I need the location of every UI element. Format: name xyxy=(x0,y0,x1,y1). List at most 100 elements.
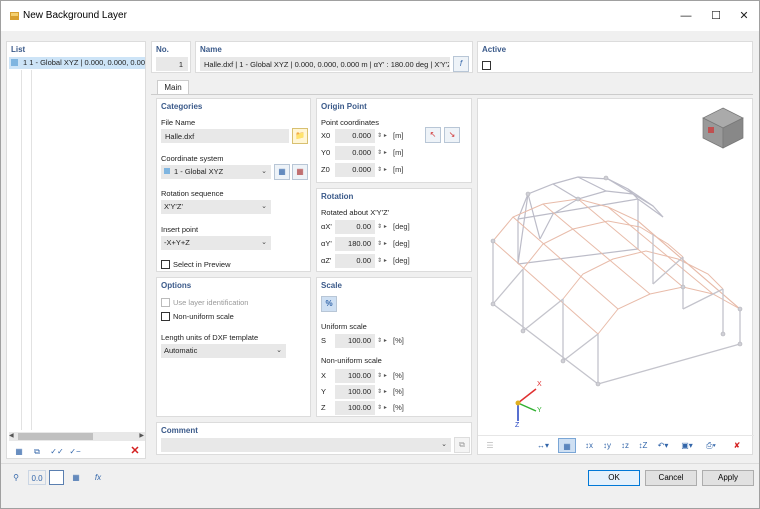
use-layer-identification-checkbox[interactable] xyxy=(161,298,170,307)
new-coord-system-icon[interactable]: ▦ xyxy=(274,164,290,180)
scroll-right-icon[interactable]: ▶ xyxy=(139,432,144,439)
folder-icon[interactable]: 📁 xyxy=(292,128,308,144)
chevron-down-icon: ⌄ xyxy=(261,239,267,246)
alpha-z-unit: [deg] xyxy=(393,256,410,265)
scale-header: Scale xyxy=(321,281,342,290)
horizontal-scrollbar[interactable]: ◀ ▶ xyxy=(9,432,145,441)
scale-z-field[interactable]: 100.00 xyxy=(335,401,375,415)
cancel-button[interactable]: Cancel xyxy=(645,470,697,486)
view-iso-icon[interactable]: ↕Z xyxy=(634,438,652,453)
pick-point-icon[interactable]: ↖ xyxy=(425,127,441,143)
close-window-button[interactable]: ✕ xyxy=(729,6,759,26)
x0-unit: [m] xyxy=(393,131,404,140)
scale-y-field[interactable]: 100.00 xyxy=(335,385,375,399)
rotation-sequence-value: X'Y'Z' xyxy=(164,202,183,211)
name-panel: Name Halle.dxf | 1 - Global XYZ | 0.000,… xyxy=(195,41,473,73)
number-field[interactable]: 1 xyxy=(156,57,188,71)
alpha-x-stepper[interactable]: ⇕ ▸ xyxy=(375,220,389,234)
maximize-button[interactable]: ☐ xyxy=(701,6,731,26)
scrollbar-thumb[interactable] xyxy=(18,433,93,440)
scroll-left-icon[interactable]: ◀ xyxy=(9,432,14,439)
alpha-y-field[interactable]: 180.00 xyxy=(335,237,375,251)
preview-toolbar: ☰ ↔▾ ▦ ↕x ↕y ↕z ↕Z ↶▾ ▣▾ ⎙▾ ✘ xyxy=(478,435,754,455)
scale-x-stepper[interactable]: ⇕ ▸ xyxy=(375,369,389,383)
length-units-select[interactable]: Automatic ⌄ xyxy=(161,344,286,358)
reset-view-icon[interactable]: ☰ xyxy=(481,438,499,453)
file-name-field[interactable]: Halle.dxf xyxy=(161,129,289,143)
active-header: Active xyxy=(482,45,507,54)
hide-preview-icon[interactable]: ✘ xyxy=(728,438,746,453)
view-y-icon[interactable]: ↕y xyxy=(598,438,616,453)
list-item[interactable]: 1 1 - Global XYZ | 0.000, 0.000, 0.000 m xyxy=(9,57,145,69)
color-icon[interactable] xyxy=(49,470,64,485)
separator xyxy=(1,463,759,464)
list-header: List xyxy=(11,45,26,54)
rotate-view-icon[interactable]: ↶▾ xyxy=(652,438,674,453)
scale-panel: Scale % Uniform scale S 100.00 ⇕ ▸ [%] N… xyxy=(316,277,472,417)
uncheck-all-icon[interactable]: ✓− xyxy=(66,444,84,459)
table-icon[interactable]: ▦ xyxy=(67,470,85,485)
view-x-icon[interactable]: ↕x xyxy=(580,438,598,453)
name-field[interactable]: Halle.dxf | 1 - Global XYZ | 0.000, 0.00… xyxy=(200,57,450,71)
alpha-z-stepper[interactable]: ⇕ ▸ xyxy=(375,254,389,268)
copy-layer-icon[interactable]: ⧉ xyxy=(28,444,46,459)
display-options-icon[interactable]: ▣▾ xyxy=(676,438,698,453)
apply-button[interactable]: Apply xyxy=(702,470,754,486)
print-icon[interactable]: ⎙▾ xyxy=(700,438,722,453)
minimize-button[interactable]: — xyxy=(671,6,701,26)
render-mode-icon[interactable]: ▦ xyxy=(558,438,576,453)
rotation-sequence-select[interactable]: X'Y'Z' ⌄ xyxy=(161,200,271,214)
comment-input[interactable]: ⌄ xyxy=(161,438,451,452)
x0-field[interactable]: 0.000 xyxy=(335,129,375,143)
alpha-z-field[interactable]: 0.00 xyxy=(335,254,375,268)
navigation-cube-icon[interactable] xyxy=(700,105,746,151)
z0-label: Z0 xyxy=(321,165,330,174)
alpha-x-unit: [deg] xyxy=(393,222,410,231)
edit-coord-system-icon[interactable]: ▦ xyxy=(292,164,308,180)
select-in-preview-checkbox[interactable] xyxy=(161,260,170,269)
dialog-window: New Background Layer — ☐ ✕ List 1 1 - Gl… xyxy=(0,0,760,509)
alpha-x-field[interactable]: 0.00 xyxy=(335,220,375,234)
coordinate-system-value: 1 - Global XYZ xyxy=(174,167,224,176)
z0-field[interactable]: 0.000 xyxy=(335,163,375,177)
s-field[interactable]: 100.00 xyxy=(335,334,375,348)
frame-columns xyxy=(492,234,741,385)
scale-x-label: X xyxy=(321,371,327,380)
y0-unit: [m] xyxy=(393,148,404,157)
scale-x-field[interactable]: 100.00 xyxy=(335,369,375,383)
options-header: Options xyxy=(161,281,192,290)
x0-stepper[interactable]: ⇕ ▸ xyxy=(375,129,389,143)
pick-node-icon[interactable]: ↘ xyxy=(444,127,460,143)
non-uniform-scale-label: Non-uniform scale xyxy=(173,312,234,321)
s-stepper[interactable]: ⇕ ▸ xyxy=(375,334,389,348)
scale-z-unit: [%] xyxy=(393,403,404,412)
axis-y-label: Y xyxy=(537,407,542,414)
non-uniform-scale-checkbox[interactable] xyxy=(161,312,170,321)
z0-stepper[interactable]: ⇕ ▸ xyxy=(375,163,389,177)
percent-icon[interactable]: % xyxy=(321,296,337,312)
y0-stepper[interactable]: ⇕ ▸ xyxy=(375,146,389,160)
search-icon[interactable]: ⚲ xyxy=(7,470,25,485)
ok-button[interactable]: OK xyxy=(588,470,640,486)
view-z-icon[interactable]: ↕z xyxy=(616,438,634,453)
formula-icon[interactable]: fx xyxy=(89,470,107,485)
coordinate-system-select[interactable]: 1 - Global XYZ ⌄ xyxy=(161,165,271,179)
insert-point-select[interactable]: -X+Y+Z ⌄ xyxy=(161,236,271,250)
frame-front xyxy=(492,198,741,335)
chevron-down-icon: ⌄ xyxy=(276,347,282,354)
delete-icon[interactable]: ✕ xyxy=(126,444,144,459)
edit-name-icon[interactable]: f xyxy=(453,56,469,72)
coordinate-system-label: Coordinate system xyxy=(161,154,224,163)
tab-main[interactable]: Main xyxy=(157,80,189,95)
comment-library-icon[interactable]: ⧉ xyxy=(454,437,470,453)
alpha-y-stepper[interactable]: ⇕ ▸ xyxy=(375,237,389,251)
length-units-label: Length units of DXF template xyxy=(161,333,259,342)
scale-z-stepper[interactable]: ⇕ ▸ xyxy=(375,401,389,415)
dimension-icon[interactable]: ↔▾ xyxy=(532,438,554,453)
active-checkbox[interactable] xyxy=(482,61,491,70)
y0-field[interactable]: 0.000 xyxy=(335,146,375,160)
scale-y-stepper[interactable]: ⇕ ▸ xyxy=(375,385,389,399)
new-layer-icon[interactable]: ▦ xyxy=(10,444,28,459)
check-all-icon[interactable]: ✓✓ xyxy=(48,444,66,459)
units-icon[interactable]: 0.0 xyxy=(28,470,46,485)
